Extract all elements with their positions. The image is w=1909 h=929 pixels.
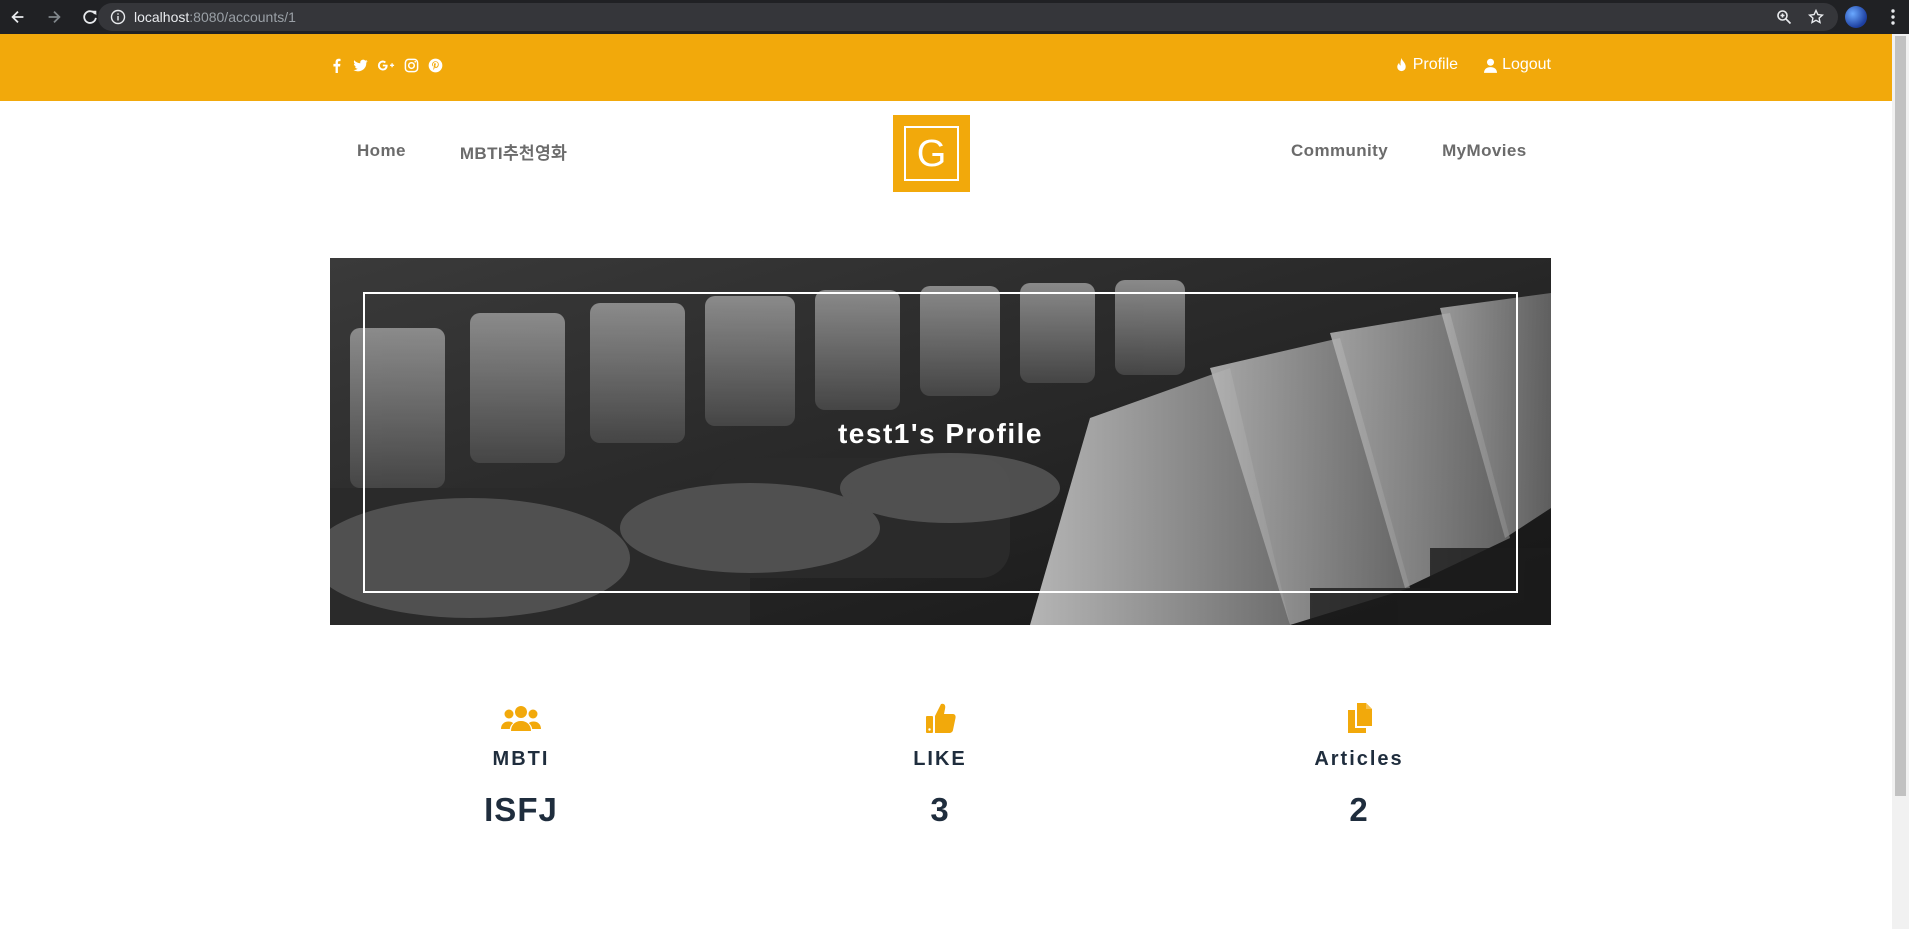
- back-arrow-icon: [11, 10, 24, 24]
- nav-mymovies[interactable]: MyMovies: [1442, 141, 1526, 161]
- nav-community[interactable]: Community: [1291, 141, 1388, 161]
- stat-like: LIKE 3: [790, 702, 1090, 829]
- profile-title: test1's Profile: [837, 418, 1043, 449]
- browser-toolbar: localhost:8080/accounts/1: [0, 0, 1909, 34]
- stat-articles-label: Articles: [1314, 748, 1404, 770]
- stat-mbti-value: ISFJ: [484, 791, 558, 828]
- stat-articles-value: 2: [1349, 791, 1369, 828]
- url-text[interactable]: localhost:8080/accounts/1: [134, 9, 296, 25]
- account-links: Profile Logout: [1395, 56, 1551, 74]
- facebook-icon[interactable]: [329, 58, 344, 73]
- address-bar[interactable]: localhost:8080/accounts/1: [98, 3, 1838, 31]
- info-icon[interactable]: [110, 9, 126, 25]
- site-logo[interactable]: G: [893, 115, 970, 192]
- twitter-icon[interactable]: [353, 58, 368, 73]
- profile-link-label: Profile: [1412, 56, 1459, 73]
- page-scrollbar[interactable]: [1892, 34, 1909, 929]
- back-button[interactable]: [0, 0, 36, 34]
- more-vert-icon: [1891, 9, 1895, 25]
- forward-button[interactable]: [36, 0, 72, 34]
- instagram-icon[interactable]: [404, 58, 419, 73]
- profile-avatar[interactable]: [1845, 6, 1867, 28]
- fire-icon: [1396, 57, 1406, 71]
- stat-mbti: MBTI ISFJ: [371, 702, 671, 829]
- logo-letter: G: [904, 126, 959, 181]
- users-icon: [501, 706, 541, 731]
- top-bar: Profile Logout: [0, 34, 1892, 101]
- nav-mbti-movies[interactable]: MBTI추천영화: [460, 139, 567, 164]
- documents-icon: [1348, 703, 1372, 733]
- reload-icon: [83, 10, 97, 24]
- scrollbar-thumb[interactable]: [1895, 36, 1906, 796]
- stat-articles: Articles 2: [1209, 702, 1509, 829]
- bookmark-star-icon[interactable]: [1808, 9, 1824, 25]
- page-viewport: Profile Logout Home MBTI추천영화 Community M…: [0, 34, 1909, 929]
- pinterest-icon[interactable]: [428, 58, 443, 73]
- stat-like-value: 3: [930, 791, 950, 828]
- social-links: [329, 58, 443, 73]
- profile-banner: test1's Profile: [330, 258, 1551, 625]
- nav-home[interactable]: Home: [357, 141, 406, 161]
- zoom-icon[interactable]: [1776, 9, 1792, 25]
- url-host: localhost: [134, 9, 190, 25]
- forward-arrow-icon: [48, 10, 61, 24]
- thumbs-up-icon: [926, 703, 956, 733]
- google-plus-icon[interactable]: [377, 58, 395, 73]
- profile-stats: MBTI ISFJ LIKE 3 Articles 2: [330, 702, 1551, 852]
- user-icon: [1484, 58, 1498, 73]
- url-path: :8080/accounts/1: [189, 9, 296, 25]
- browser-menu-button[interactable]: [1881, 0, 1905, 34]
- logout-link[interactable]: Logout: [1484, 56, 1551, 74]
- stat-like-label: LIKE: [913, 748, 967, 770]
- logout-link-label: Logout: [1502, 56, 1551, 73]
- stat-mbti-label: MBTI: [492, 748, 550, 770]
- profile-link[interactable]: Profile: [1395, 56, 1458, 74]
